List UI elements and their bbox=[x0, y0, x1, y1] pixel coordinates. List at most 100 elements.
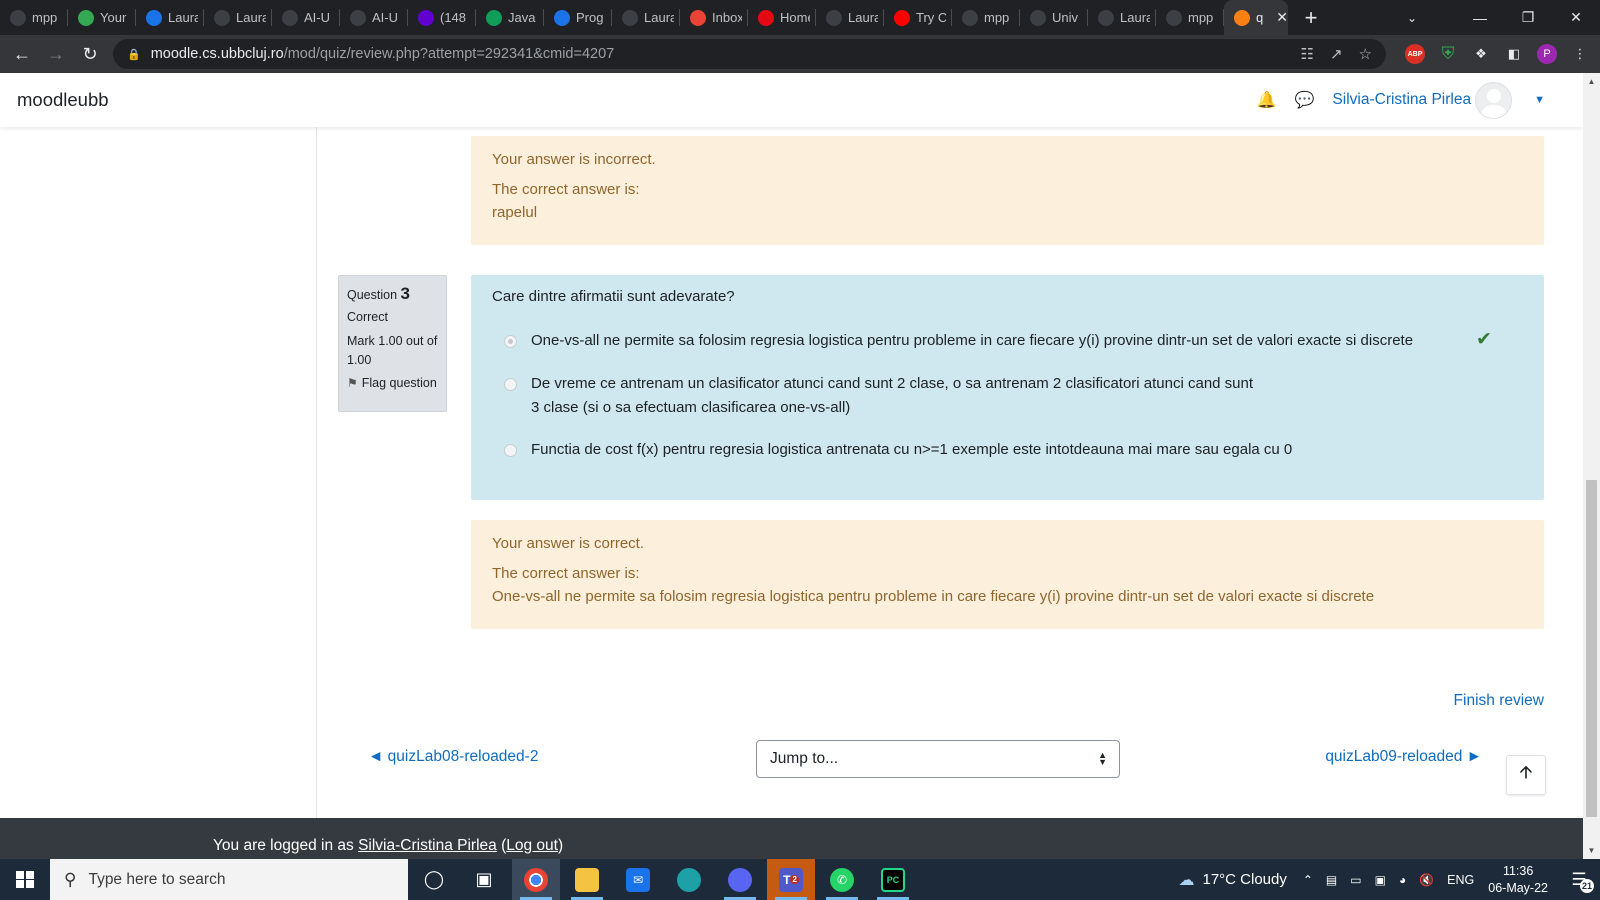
flag-icon: ⚑ bbox=[347, 376, 358, 390]
browser-tab[interactable]: Laura bbox=[136, 0, 204, 35]
meet-now-icon[interactable]: ▣ bbox=[1375, 873, 1386, 887]
browser-tab[interactable]: (148 bbox=[408, 0, 476, 35]
reload-icon[interactable]: ↻ bbox=[73, 37, 107, 71]
github-icon bbox=[826, 9, 842, 26]
previous-activity-link[interactable]: ◄ quizLab08-reloaded-2 bbox=[368, 748, 538, 766]
github-icon bbox=[282, 9, 298, 26]
browser-tab-label: Java bbox=[508, 10, 536, 25]
browser-tab-label: Laura bbox=[1120, 10, 1150, 25]
next-activity-link[interactable]: quizLab09-reloaded ► bbox=[1325, 748, 1482, 766]
share-icon[interactable]: ↗ bbox=[1330, 45, 1343, 63]
finish-review-link[interactable]: Finish review bbox=[1454, 692, 1544, 710]
question-3-info-box: Question 3 Correct Mark 1.00 out of 1.00… bbox=[338, 275, 447, 412]
profile-avatar-icon[interactable]: P bbox=[1537, 44, 1557, 64]
volume-muted-icon[interactable]: 🔇 bbox=[1419, 873, 1434, 887]
browser-tab[interactable]: Inbox bbox=[680, 0, 748, 35]
browser-tab[interactable]: Java bbox=[476, 0, 544, 35]
browser-tab[interactable]: Your bbox=[68, 0, 136, 35]
battery-icon[interactable]: ▭ bbox=[1350, 873, 1361, 887]
browser-tab[interactable]: Laura bbox=[612, 0, 680, 35]
edge-icon[interactable] bbox=[665, 859, 713, 900]
cortana-icon[interactable]: ◯ bbox=[410, 859, 458, 900]
input-language[interactable]: ENG bbox=[1447, 873, 1474, 887]
address-bar[interactable]: 🔒 moodle.cs.ubbcluj.ro/mod/quiz/review.p… bbox=[113, 39, 1386, 69]
close-window-icon[interactable]: ✕ bbox=[1552, 0, 1600, 35]
notification-center-icon[interactable]: ☰ 21 bbox=[1564, 865, 1594, 895]
user-menu-caret-icon[interactable]: ▼ bbox=[1534, 94, 1545, 106]
scrollbar-thumb[interactable] bbox=[1586, 480, 1597, 817]
windows-start-icon[interactable] bbox=[0, 859, 50, 900]
task-view-icon[interactable]: ▣ bbox=[460, 859, 508, 900]
close-tab-icon[interactable]: ✕ bbox=[1276, 9, 1288, 26]
scroll-down-arrow-icon[interactable]: ▼ bbox=[1583, 842, 1600, 859]
browser-tab-strip: mpp Your Laura Laura AI-U AI-U (148 Java Prog Lau… bbox=[0, 0, 1600, 35]
answer-option-2-radio[interactable] bbox=[504, 378, 517, 391]
back-to-top-arrow-icon[interactable]: 🡩 bbox=[1506, 755, 1546, 795]
forward-arrow-icon[interactable]: → bbox=[39, 37, 73, 71]
minimize-icon[interactable]: — bbox=[1456, 0, 1504, 35]
restore-icon[interactable]: ❐ bbox=[1504, 0, 1552, 35]
jump-to-select[interactable]: Jump to... ▲ ▼ bbox=[756, 740, 1120, 778]
browser-tab[interactable]: mpp bbox=[952, 0, 1020, 35]
browser-tab[interactable]: Home bbox=[748, 0, 816, 35]
translate-icon[interactable]: ☷ bbox=[1301, 45, 1314, 63]
side-panel-icon[interactable]: ◧ bbox=[1504, 44, 1524, 64]
user-menu-name[interactable]: Silvia-Cristina Pirlea bbox=[1332, 91, 1471, 109]
shield-extension-icon[interactable]: ⛨ bbox=[1438, 44, 1458, 64]
mail-icon[interactable]: ✉ bbox=[614, 859, 662, 900]
pycharm-icon[interactable]: PC bbox=[869, 859, 917, 900]
browser-menu-icon[interactable]: ⋮ bbox=[1570, 44, 1590, 64]
browser-tab[interactable]: Try C bbox=[884, 0, 952, 35]
browser-tab[interactable]: AI-U bbox=[340, 0, 408, 35]
browser-tab-label: Prog bbox=[576, 10, 604, 25]
answer-option-3-radio[interactable] bbox=[504, 444, 517, 457]
user-avatar[interactable] bbox=[1475, 81, 1513, 119]
browser-tab-label: Try C bbox=[916, 10, 946, 25]
browser-tab[interactable]: Laura bbox=[204, 0, 272, 35]
bookmark-star-icon[interactable]: ☆ bbox=[1359, 45, 1372, 63]
puzzle-extensions-icon[interactable]: ❖ bbox=[1471, 44, 1491, 64]
youtube-icon bbox=[894, 9, 910, 26]
file-explorer-icon[interactable] bbox=[563, 859, 611, 900]
site-brand[interactable]: moodleubb bbox=[17, 89, 109, 111]
browser-tab-label: Univ bbox=[1052, 10, 1079, 25]
teams-icon[interactable]: T2 bbox=[767, 859, 815, 900]
new-tab-button[interactable]: + bbox=[1296, 0, 1326, 35]
browser-tab[interactable]: Univ bbox=[1020, 0, 1088, 35]
page-scrollbar[interactable]: ▲ ▼ bbox=[1583, 73, 1600, 859]
chrome-icon[interactable] bbox=[512, 859, 560, 900]
footer-user-link[interactable]: Silvia-Cristina Pirlea bbox=[358, 837, 497, 854]
browser-tab[interactable]: Prog bbox=[544, 0, 612, 35]
jump-to-selected-value: Jump to... bbox=[770, 750, 839, 767]
answer-option-1-radio[interactable] bbox=[504, 335, 517, 348]
browser-tab[interactable]: mpp bbox=[0, 0, 68, 35]
logout-link[interactable]: Log out bbox=[506, 837, 558, 854]
discord-icon[interactable] bbox=[716, 859, 764, 900]
browser-tab[interactable]: Laura bbox=[1088, 0, 1156, 35]
notification-bell-icon[interactable]: 🔔 bbox=[1257, 90, 1277, 110]
taskbar-search-box[interactable]: ⚲ Type here to search bbox=[50, 859, 408, 900]
whatsapp-icon[interactable]: ✆ bbox=[818, 859, 866, 900]
correct-answer-label: The correct answer is: bbox=[492, 181, 640, 198]
device-icon[interactable]: ▤ bbox=[1326, 873, 1337, 887]
window-controls: — ❐ ✕ bbox=[1456, 0, 1600, 35]
show-hidden-icons-chevron-icon[interactable]: ⌃ bbox=[1303, 873, 1313, 887]
weather-widget[interactable]: ☁ 17°C Cloudy bbox=[1178, 870, 1286, 890]
login-info-paren-close: ) bbox=[557, 837, 564, 854]
scroll-up-arrow-icon[interactable]: ▲ bbox=[1583, 73, 1600, 90]
adblock-plus-icon[interactable]: ABP bbox=[1405, 44, 1425, 64]
omnibox-actions: ☷ ↗ ☆ bbox=[1301, 39, 1372, 69]
back-arrow-icon[interactable]: ← bbox=[5, 37, 39, 71]
browser-tab[interactable]: mpp bbox=[1156, 0, 1224, 35]
browser-tab[interactable]: q ✕ bbox=[1224, 0, 1288, 35]
browser-tab[interactable]: AI-U bbox=[272, 0, 340, 35]
weather-text: 17°C Cloudy bbox=[1202, 871, 1287, 888]
tab-search-chevron-icon[interactable]: ⌄ bbox=[1392, 0, 1432, 35]
wifi-icon[interactable]: ◕ bbox=[1399, 873, 1406, 887]
browser-tab[interactable]: Laura bbox=[816, 0, 884, 35]
clock[interactable]: 11:36 06-May-22 bbox=[1488, 863, 1548, 897]
extension-icons: ABP ⛨ ❖ ◧ P ⋮ bbox=[1405, 35, 1590, 73]
question-grade: Mark 1.00 out of 1.00 bbox=[347, 334, 438, 367]
flag-question-link[interactable]: ⚑ Flag question bbox=[347, 376, 438, 390]
messages-chat-icon[interactable]: 💬 bbox=[1295, 90, 1315, 110]
